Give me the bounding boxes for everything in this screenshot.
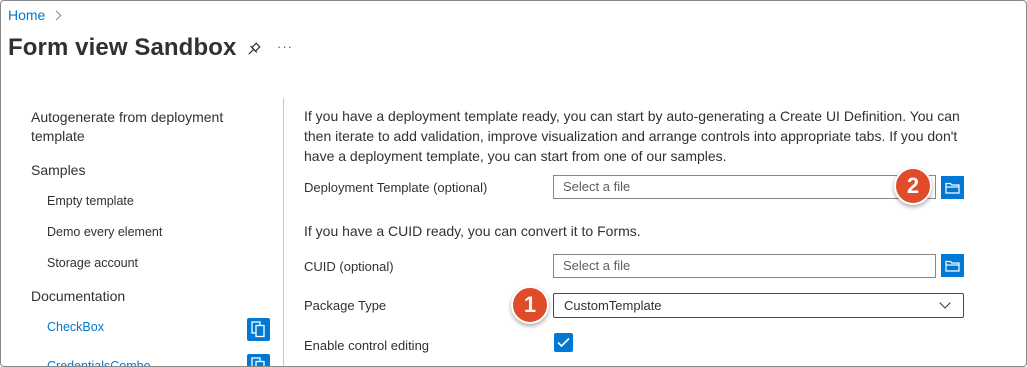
cuid-browse-button[interactable]	[941, 254, 964, 277]
page-title: Form view Sandbox	[8, 34, 237, 61]
sidebar-nav: Autogenerate from deployment template Sa…	[1, 97, 283, 366]
callout-badge-1: 1	[511, 286, 549, 324]
chevron-down-icon	[939, 297, 951, 309]
sidebar-divider	[283, 98, 284, 366]
more-options-icon[interactable]: ···	[277, 39, 293, 54]
callout-badge-2: 2	[894, 167, 932, 205]
copy-checkbox-button[interactable]	[247, 318, 270, 341]
package-type-label: Package Type	[304, 298, 387, 313]
copy-icon	[251, 357, 265, 366]
sidebar-item-empty-template[interactable]: Empty template	[47, 194, 134, 208]
folder-icon	[945, 182, 960, 194]
cuid-label: CUID (optional)	[304, 259, 394, 274]
folder-icon	[945, 260, 960, 272]
deployment-template-label: Deployment Template (optional)	[304, 180, 488, 195]
chevron-right-icon	[51, 10, 62, 20]
checkmark-icon	[557, 337, 570, 348]
sidebar-item-demo-every-element[interactable]: Demo every element	[47, 225, 162, 239]
cuid-file-input[interactable]: Select a file	[553, 254, 936, 278]
sidebar-link-checkbox[interactable]: CheckBox	[47, 320, 104, 334]
sidebar-item-autogenerate[interactable]: Autogenerate from deployment template	[31, 108, 251, 146]
app-frame: Home Form view Sandbox ··· Autogenerate …	[0, 0, 1027, 367]
intro-text: If you have a deployment template ready,…	[304, 108, 960, 164]
breadcrumb-home-link[interactable]: Home	[8, 7, 45, 23]
deployment-template-file-input[interactable]: Select a file	[553, 175, 936, 199]
enable-control-editing-label: Enable control editing	[304, 338, 430, 353]
enable-control-editing-checkbox[interactable]	[554, 333, 573, 352]
sidebar-header-documentation: Documentation	[31, 288, 126, 304]
sidebar-header-samples: Samples	[31, 162, 86, 178]
pin-icon[interactable]	[244, 41, 262, 59]
package-type-dropdown[interactable]: CustomTemplate	[553, 293, 964, 318]
sidebar-item-storage-account[interactable]: Storage account	[47, 256, 138, 270]
copy-icon	[251, 321, 265, 338]
package-type-value: CustomTemplate	[564, 298, 662, 313]
sidebar-link-credentialscombo[interactable]: CredentialsCombo	[47, 359, 151, 366]
breadcrumb: Home	[8, 7, 62, 23]
cuid-intro-text: If you have a CUID ready, you can conver…	[304, 223, 641, 239]
copy-credentialscombo-button[interactable]	[247, 354, 270, 366]
deployment-template-browse-button[interactable]	[941, 176, 964, 199]
